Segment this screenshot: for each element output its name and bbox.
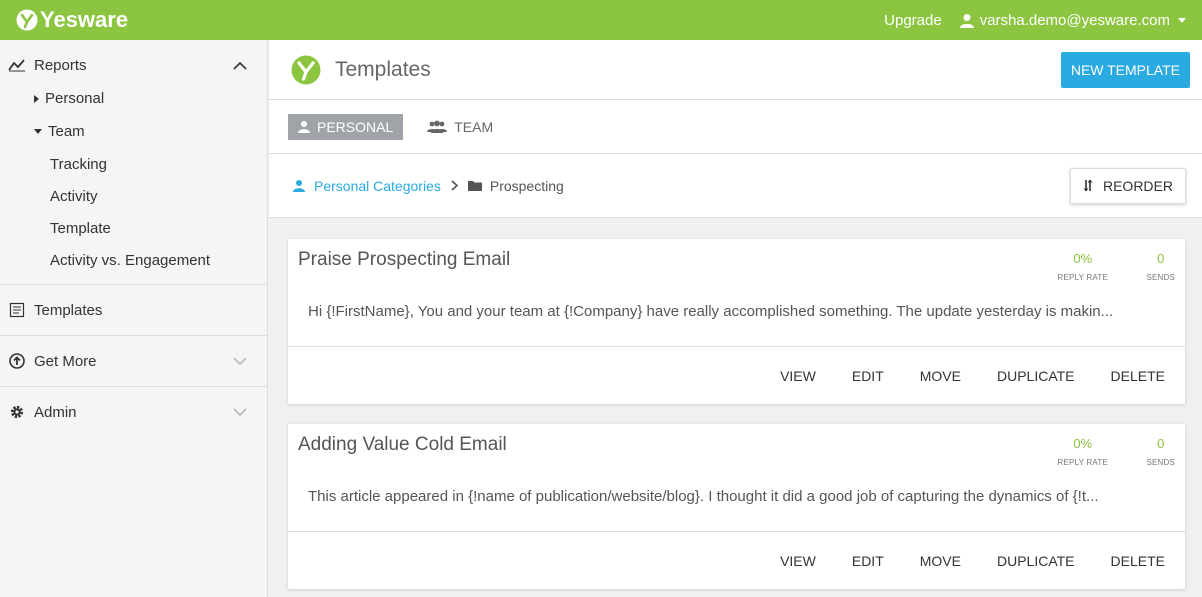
- move-button[interactable]: MOVE: [920, 553, 961, 569]
- sidebar-item-get-more[interactable]: Get More: [0, 336, 267, 386]
- sidebar-item-label: Get More: [34, 352, 97, 370]
- card-actions: VIEW EDIT MOVE DUPLICATE DELETE: [288, 346, 1185, 404]
- page-header: Templates NEW TEMPLATE: [269, 40, 1202, 100]
- template-snippet: Hi {!FirstName}, You and your team at {!…: [308, 303, 1114, 320]
- sidebar-item-templates[interactable]: Templates: [0, 285, 267, 335]
- sidebar-item-personal[interactable]: Personal: [0, 82, 267, 115]
- reply-rate-label: REPLY RATE: [1057, 458, 1108, 467]
- card-actions: VIEW EDIT MOVE DUPLICATE DELETE: [288, 531, 1185, 589]
- templates-section: Templates: [0, 285, 267, 336]
- template-snippet: This article appeared in {!name of publi…: [308, 488, 1099, 505]
- yesware-logo-icon: [16, 9, 38, 31]
- user-menu[interactable]: varsha.demo@yesware.com: [959, 11, 1186, 29]
- duplicate-button[interactable]: DUPLICATE: [997, 553, 1075, 569]
- breadcrumb-current: Prospecting: [467, 177, 564, 194]
- caret-down-icon: [34, 129, 42, 134]
- chevron-down-icon: [1178, 17, 1186, 23]
- template-tabs: PERSONAL TEAM: [269, 100, 1202, 154]
- user-icon: [293, 180, 305, 192]
- chevron-up-icon[interactable]: [233, 61, 247, 70]
- brand-name: Yesware: [40, 7, 129, 32]
- user-icon: [298, 121, 310, 133]
- sidebar: Reports Personal Team Tracking Activity …: [0, 40, 268, 597]
- view-button[interactable]: VIEW: [780, 553, 816, 569]
- reply-rate-value: 0%: [1073, 251, 1093, 266]
- line-chart-icon: [8, 56, 26, 74]
- tab-personal[interactable]: PERSONAL: [288, 113, 404, 140]
- breadcrumb-personal-categories[interactable]: Personal Categories: [293, 178, 441, 194]
- sends-stat: 0 SENDS: [1146, 251, 1175, 282]
- template-card[interactable]: Adding Value Cold Email 0% REPLY RATE 0 …: [288, 424, 1185, 589]
- users-icon: [427, 120, 448, 133]
- move-button[interactable]: MOVE: [920, 368, 961, 384]
- sidebar-item-label: Reports: [34, 56, 87, 74]
- reply-rate-value: 0%: [1073, 436, 1093, 451]
- reorder-label: REORDER: [1102, 177, 1173, 194]
- sends-label: SENDS: [1146, 458, 1175, 467]
- folder-icon: [467, 181, 482, 191]
- template-list: Praise Prospecting Email 0% REPLY RATE 0…: [269, 218, 1202, 589]
- new-template-button[interactable]: NEW TEMPLATE: [1060, 51, 1190, 88]
- sidebar-item-team[interactable]: Team: [0, 115, 267, 148]
- tab-label: TEAM: [454, 118, 494, 135]
- reorder-button[interactable]: REORDER: [1069, 167, 1186, 204]
- template-card[interactable]: Praise Prospecting Email 0% REPLY RATE 0…: [288, 239, 1185, 404]
- breadcrumb: Personal Categories Prospecting REORDER: [269, 154, 1202, 218]
- breadcrumb-label: Prospecting: [489, 177, 564, 194]
- user-email: varsha.demo@yesware.com: [979, 11, 1170, 29]
- main-content: Templates NEW TEMPLATE PERSONAL TEAM Per…: [269, 40, 1202, 597]
- edit-button[interactable]: EDIT: [852, 553, 884, 569]
- yesware-logo[interactable]: Yesware: [16, 7, 128, 33]
- sidebar-item-tracking[interactable]: Tracking: [0, 148, 267, 180]
- sidebar-item-label: Personal: [45, 90, 105, 107]
- gear-icon: [8, 403, 26, 421]
- breadcrumb-label: Personal Categories: [314, 177, 441, 194]
- sidebar-item-label: Admin: [34, 403, 77, 421]
- chevron-down-icon[interactable]: [233, 356, 247, 366]
- delete-button[interactable]: DELETE: [1111, 368, 1165, 384]
- top-bar: Yesware Upgrade varsha.demo@yesware.com: [0, 0, 1202, 40]
- caret-right-icon: [34, 94, 39, 103]
- upload-circle-icon: [8, 352, 26, 370]
- page-title: Templates: [335, 57, 431, 81]
- admin-section: Admin: [0, 387, 267, 437]
- edit-button[interactable]: EDIT: [852, 368, 884, 384]
- sort-icon: [1083, 179, 1093, 192]
- reports-section: Reports Personal Team Tracking Activity …: [0, 40, 267, 285]
- reply-rate-stat: 0% REPLY RATE: [1058, 436, 1108, 467]
- template-title: Adding Value Cold Email: [298, 434, 507, 455]
- delete-button[interactable]: DELETE: [1111, 553, 1165, 569]
- sidebar-item-template[interactable]: Template: [0, 212, 267, 244]
- get-more-section: Get More: [0, 336, 267, 387]
- reply-rate-label: REPLY RATE: [1057, 273, 1108, 282]
- chevron-down-icon[interactable]: [233, 407, 247, 417]
- document-icon: [8, 301, 26, 319]
- sidebar-item-activity[interactable]: Activity: [0, 180, 267, 212]
- sidebar-item-label: Team: [48, 123, 85, 140]
- upgrade-link[interactable]: Upgrade: [884, 12, 942, 29]
- template-title: Praise Prospecting Email: [298, 249, 511, 270]
- duplicate-button[interactable]: DUPLICATE: [997, 368, 1075, 384]
- sends-label: SENDS: [1146, 273, 1175, 282]
- sends-value: 0: [1157, 436, 1165, 451]
- sidebar-item-activity-vs-engagement[interactable]: Activity vs. Engagement: [0, 244, 267, 276]
- sidebar-item-admin[interactable]: Admin: [0, 387, 267, 437]
- sends-stat: 0 SENDS: [1146, 436, 1175, 467]
- chevron-right-icon: [451, 180, 458, 191]
- tab-label: PERSONAL: [317, 118, 394, 135]
- sidebar-item-label: Templates: [34, 301, 103, 319]
- yesware-logo-icon: [291, 55, 321, 84]
- sends-value: 0: [1157, 251, 1165, 266]
- reply-rate-stat: 0% REPLY RATE: [1058, 251, 1108, 282]
- view-button[interactable]: VIEW: [780, 368, 816, 384]
- tab-team[interactable]: TEAM: [417, 114, 503, 140]
- user-icon: [959, 13, 974, 28]
